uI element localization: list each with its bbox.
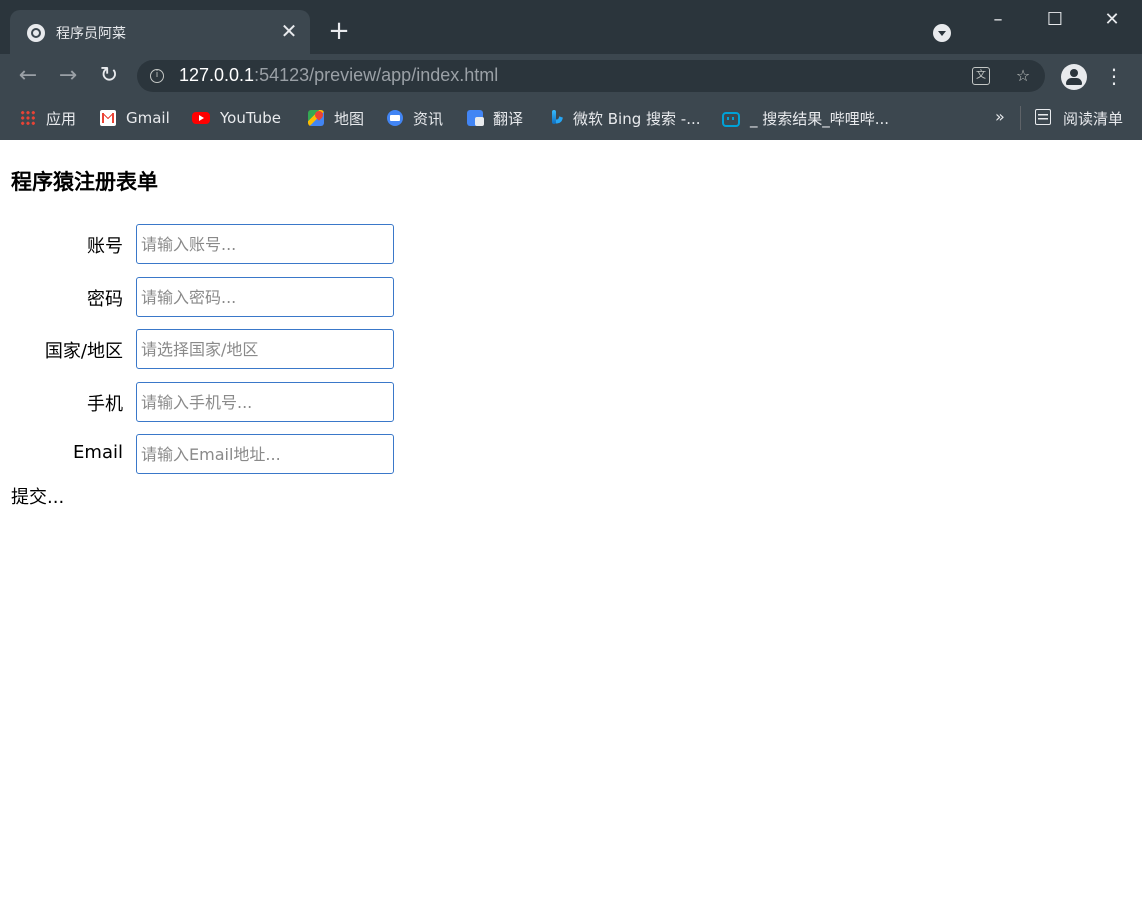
phone-label: 手机: [87, 394, 123, 415]
back-icon[interactable]: ←: [16, 64, 40, 88]
youtube-icon: [192, 112, 210, 124]
url-text: 127.0.0.1:54123/preview/app/index.html: [179, 65, 499, 85]
bookmark-label: 微软 Bing 搜索 -...: [573, 109, 701, 128]
news-icon: [387, 110, 403, 126]
bookmark-youtube[interactable]: YouTube: [192, 108, 281, 128]
bookmarks-overflow-icon[interactable]: »: [995, 107, 1005, 126]
apps-grid-icon: [20, 110, 36, 126]
page-content: 程序猿注册表单 账号 密码 国家/地区 手机 Email 提交...: [0, 140, 1142, 902]
bing-icon: [549, 110, 563, 126]
bookmark-star-icon[interactable]: ☆: [1013, 66, 1033, 86]
email-label: Email: [73, 442, 123, 463]
form-row-country: 国家/地区: [0, 329, 400, 369]
country-input[interactable]: [136, 329, 394, 369]
form-row-password: 密码: [0, 277, 400, 317]
bookmark-label: 应用: [46, 109, 77, 128]
form-row-email: Email: [0, 434, 400, 474]
account-input[interactable]: [136, 224, 394, 264]
form-row-phone: 手机: [0, 382, 400, 422]
minimize-icon[interactable]: –: [983, 8, 1013, 32]
menu-dots-icon[interactable]: ⋮: [1104, 64, 1124, 88]
bookmarks-bar: 应用 Gmail YouTube 地图 资讯 翻译 微软 Bing 搜索 -..…: [0, 98, 1142, 140]
password-label: 密码: [87, 289, 123, 310]
bookmark-label: Gmail: [126, 109, 170, 127]
reading-list-label[interactable]: 阅读清单: [1063, 108, 1123, 129]
reading-list-icon[interactable]: [1035, 109, 1051, 125]
password-input[interactable]: [136, 277, 394, 317]
bookmark-gmail[interactable]: Gmail: [100, 108, 170, 128]
tab-strip: 程序员阿菜 ✕ + – ☐ ✕: [0, 0, 1142, 54]
address-bar[interactable]: i 127.0.0.1:54123/preview/app/index.html…: [137, 60, 1045, 92]
bookmark-label: 地图: [334, 109, 365, 128]
bookmarks-divider: [1020, 106, 1021, 130]
bookmark-label: 资讯: [413, 109, 444, 128]
gmail-icon: [100, 110, 116, 126]
bookmark-label: YouTube: [220, 109, 281, 127]
profile-avatar-icon[interactable]: [1061, 64, 1087, 90]
phone-input[interactable]: [136, 382, 394, 422]
bookmark-bilibili[interactable]: _ 搜索结果_哔哩哔...: [722, 108, 889, 128]
country-label: 国家/地区: [44, 341, 123, 362]
browser-chrome: 程序员阿菜 ✕ + – ☐ ✕ ← → ↻ i 127.0.0.1:54123/…: [0, 0, 1142, 140]
maximize-icon[interactable]: ☐: [1040, 8, 1070, 32]
translate-icon: [467, 110, 484, 126]
bookmark-translate[interactable]: 翻译: [467, 108, 523, 128]
page-title: 程序猿注册表单: [11, 170, 158, 194]
browser-toolbar: ← → ↻ i 127.0.0.1:54123/preview/app/inde…: [0, 54, 1142, 98]
bookmark-news[interactable]: 资讯: [387, 108, 443, 128]
close-tab-icon[interactable]: ✕: [278, 20, 300, 42]
translate-page-icon[interactable]: 文: [972, 67, 990, 85]
email-input[interactable]: [136, 434, 394, 474]
browser-tab[interactable]: 程序员阿菜 ✕: [10, 10, 310, 54]
maps-icon: [308, 110, 324, 126]
forward-icon[interactable]: →: [56, 64, 80, 88]
bookmark-label: 翻译: [493, 109, 524, 128]
bookmark-label: _ 搜索结果_哔哩哔...: [750, 109, 890, 128]
bookmark-bing[interactable]: 微软 Bing 搜索 -...: [549, 108, 701, 128]
tab-search-icon[interactable]: [933, 24, 951, 42]
bookmark-maps[interactable]: 地图: [308, 108, 364, 128]
bookmark-apps[interactable]: 应用: [20, 108, 76, 128]
tab-title: 程序员阿菜: [56, 26, 126, 42]
submit-link[interactable]: 提交...: [11, 483, 64, 509]
bilibili-icon: [722, 111, 740, 127]
reload-icon[interactable]: ↻: [97, 64, 121, 88]
window-close-icon[interactable]: ✕: [1097, 8, 1127, 32]
form-row-account: 账号: [0, 224, 400, 264]
info-icon[interactable]: i: [150, 69, 164, 83]
new-tab-icon[interactable]: +: [326, 18, 352, 44]
account-label: 账号: [87, 236, 123, 257]
globe-icon: [27, 24, 45, 42]
